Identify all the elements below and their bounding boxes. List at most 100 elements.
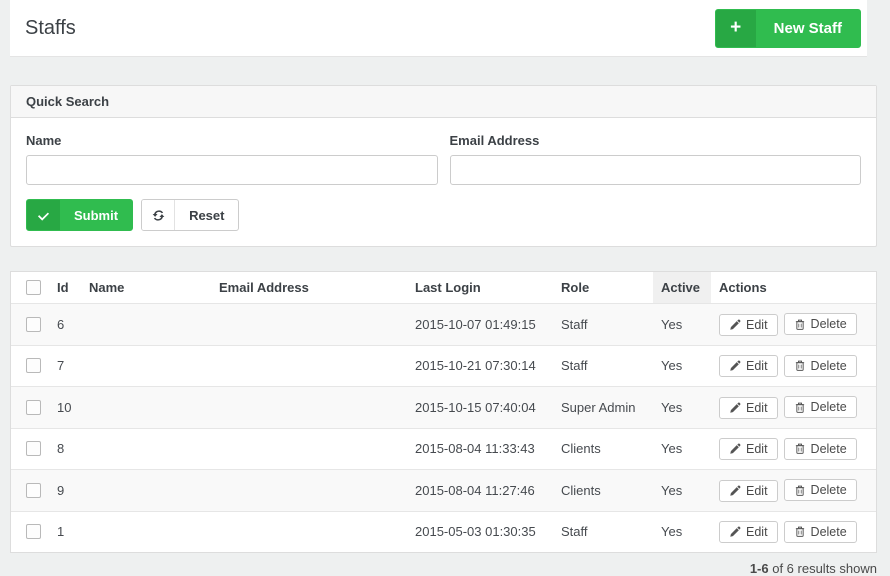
trash-icon	[794, 401, 806, 414]
cell-id: 10	[49, 386, 81, 428]
delete-label: Delete	[810, 317, 847, 331]
delete-label: Delete	[810, 400, 847, 414]
row-checkbox[interactable]	[26, 399, 41, 415]
row-checkbox[interactable]	[26, 441, 41, 457]
delete-button[interactable]: Delete	[783, 313, 857, 335]
cell-last-login: 2015-10-07 01:49:15	[407, 303, 553, 345]
table-body: 6 2015-10-07 01:49:15 Staff Yes Edit Del…	[11, 303, 876, 552]
delete-button[interactable]: Delete	[783, 437, 857, 460]
delete-label: Delete	[810, 483, 847, 497]
name-field-group: Name	[26, 133, 438, 185]
select-all-checkbox[interactable]	[26, 280, 41, 295]
cell-actions: Edit Delete	[711, 386, 876, 428]
row-select-cell	[11, 344, 49, 387]
row-select-cell	[11, 386, 49, 428]
cell-last-login: 2015-08-04 11:33:43	[407, 427, 553, 470]
column-header-id[interactable]: Id	[49, 272, 81, 304]
cell-last-login: 2015-10-15 07:40:04	[407, 386, 553, 428]
delete-button[interactable]: Delete	[783, 479, 857, 501]
cell-name	[81, 303, 211, 345]
cell-id: 8	[49, 427, 81, 470]
cell-id: 7	[49, 344, 81, 387]
email-field-group: Email Address	[449, 133, 861, 185]
cell-name	[81, 344, 211, 387]
cell-last-login: 2015-10-21 07:30:14	[407, 344, 553, 387]
pencil-icon	[729, 360, 741, 372]
name-label: Name	[26, 133, 62, 148]
trash-icon	[794, 359, 806, 372]
quick-search-panel: Quick Search Name Email Address Submit R…	[10, 85, 877, 247]
cell-email	[211, 427, 407, 470]
cell-id: 6	[49, 303, 81, 345]
edit-label: Edit	[746, 483, 768, 498]
column-header-name[interactable]: Name	[81, 272, 211, 304]
page-header: Staffs + New Staff	[10, 0, 867, 57]
pencil-icon	[729, 319, 741, 331]
reset-button[interactable]: Reset	[141, 199, 240, 231]
edit-button[interactable]: Edit	[719, 438, 778, 460]
cell-actions: Edit Delete	[711, 344, 876, 387]
cell-actions: Edit Delete	[711, 510, 876, 552]
cell-role: Clients	[553, 469, 653, 511]
cell-name	[81, 510, 211, 552]
delete-label: Delete	[810, 524, 847, 539]
cell-active: Yes	[653, 427, 711, 470]
cell-email	[211, 303, 407, 345]
email-input[interactable]	[449, 155, 861, 185]
email-label: Email Address	[449, 133, 540, 148]
table-row: 9 2015-08-04 11:27:46 Clients Yes Edit D…	[11, 469, 876, 511]
column-header-role[interactable]: Role	[553, 272, 653, 304]
cell-email	[211, 344, 407, 387]
page-title: Staffs	[25, 16, 76, 39]
cell-active: Yes	[653, 469, 711, 511]
select-all-cell	[11, 272, 49, 304]
edit-button[interactable]: Edit	[719, 396, 778, 419]
cell-actions: Edit Delete	[711, 303, 876, 345]
delete-label: Delete	[810, 441, 847, 456]
new-staff-label: New Staff	[773, 19, 842, 37]
quick-search-body: Name Email Address Submit Reset	[11, 118, 876, 246]
edit-button[interactable]: Edit	[719, 355, 778, 377]
table-header-row: Id Name Email Address Last Login Role Ac…	[11, 272, 876, 304]
new-staff-button[interactable]: + New Staff	[714, 8, 861, 48]
row-select-cell	[11, 427, 49, 470]
row-checkbox[interactable]	[26, 316, 41, 332]
column-header-active[interactable]: Active	[653, 272, 711, 304]
staff-table-panel: Id Name Email Address Last Login Role Ac…	[10, 271, 877, 553]
submit-button[interactable]: Submit	[26, 199, 134, 231]
trash-icon	[794, 442, 806, 455]
pencil-icon	[729, 443, 741, 455]
edit-button[interactable]: Edit	[719, 313, 778, 336]
delete-button[interactable]: Delete	[783, 396, 857, 418]
delete-button[interactable]: Delete	[783, 354, 857, 377]
cell-active: Yes	[653, 510, 711, 552]
edit-button[interactable]: Edit	[719, 521, 778, 543]
edit-label: Edit	[746, 400, 768, 415]
row-checkbox[interactable]	[26, 482, 41, 498]
cell-role: Staff	[553, 344, 653, 387]
staff-table: Id Name Email Address Last Login Role Ac…	[11, 272, 876, 552]
name-input[interactable]	[26, 155, 438, 185]
row-select-cell	[11, 469, 49, 511]
refresh-icon	[142, 200, 176, 230]
cell-email	[211, 510, 407, 552]
cell-id: 1	[49, 510, 81, 552]
cell-actions: Edit Delete	[711, 427, 876, 470]
reset-label: Reset	[189, 207, 225, 223]
column-header-email[interactable]: Email Address	[211, 272, 407, 304]
cell-name	[81, 469, 211, 511]
results-summary: 1-6 of 6 results shown	[0, 561, 877, 576]
trash-icon	[794, 318, 806, 331]
cell-role: Super Admin	[553, 386, 653, 428]
results-range: 1-6	[749, 561, 769, 576]
row-checkbox[interactable]	[26, 358, 41, 374]
cell-active: Yes	[653, 386, 711, 428]
delete-button[interactable]: Delete	[783, 520, 857, 543]
cell-role: Staff	[553, 510, 653, 552]
pencil-icon	[729, 402, 741, 414]
cell-actions: Edit Delete	[711, 469, 876, 511]
edit-button[interactable]: Edit	[719, 479, 778, 502]
row-checkbox[interactable]	[26, 524, 41, 540]
column-header-last-login[interactable]: Last Login	[407, 272, 553, 304]
cell-role: Clients	[553, 427, 653, 470]
